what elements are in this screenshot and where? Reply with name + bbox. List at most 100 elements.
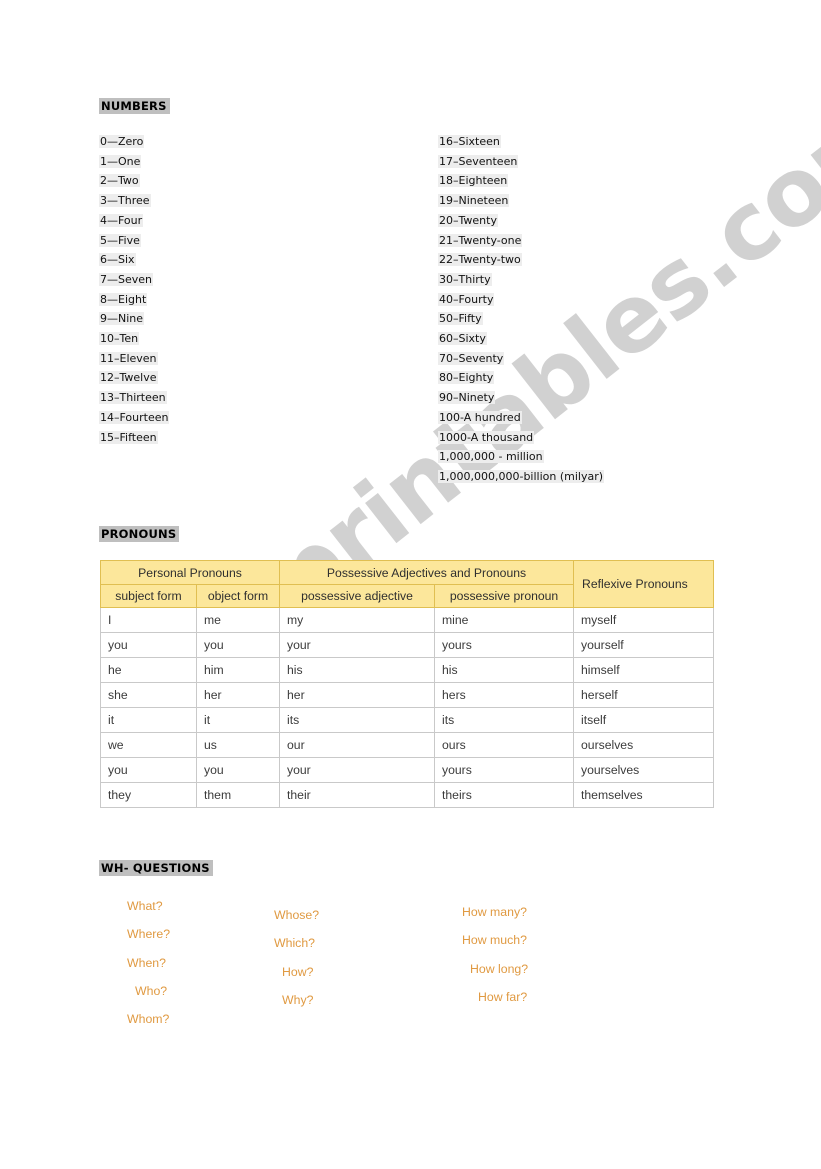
number-line: 80–Eighty bbox=[438, 368, 604, 388]
cell-possessive-adjective: its bbox=[279, 707, 436, 733]
number-line: 15–Fifteen bbox=[99, 428, 169, 448]
cell-possessive-adjective: my bbox=[279, 607, 436, 633]
number-line-text: 6—Six bbox=[99, 253, 136, 267]
number-line-text: 10–Ten bbox=[99, 332, 140, 346]
cell-possessive-pronoun: his bbox=[434, 657, 575, 683]
number-line-text: 17–Seventeen bbox=[438, 154, 519, 168]
wh-question-item: How long? bbox=[470, 961, 529, 976]
cell-subject-form: we bbox=[100, 732, 197, 758]
number-line-text: 50–Fifty bbox=[438, 312, 483, 326]
cell-subject-form: she bbox=[100, 682, 197, 708]
wh-question-item: Which? bbox=[274, 936, 316, 951]
header-possessive-pronoun: possessive pronoun bbox=[434, 584, 575, 608]
number-line: 9—Nine bbox=[99, 309, 169, 329]
number-line-text: 5—Five bbox=[99, 233, 141, 247]
cell-possessive-pronoun: yours bbox=[434, 757, 575, 783]
header-subject-form: subject form bbox=[100, 584, 197, 608]
number-line: 17–Seventeen bbox=[438, 152, 604, 172]
number-line-text: 21–Twenty-one bbox=[438, 233, 523, 247]
cell-object-form: me bbox=[195, 607, 281, 633]
cell-possessive-pronoun: its bbox=[434, 707, 575, 733]
cell-object-form: you bbox=[195, 757, 281, 783]
number-line: 4—Four bbox=[99, 211, 169, 231]
number-line: 1,000,000 - million bbox=[438, 447, 604, 467]
number-line: 3—Three bbox=[99, 191, 169, 211]
number-line: 30–Thirty bbox=[438, 270, 604, 290]
number-line: 21–Twenty-one bbox=[438, 231, 604, 251]
cell-object-form: him bbox=[195, 657, 281, 683]
table-row: Ime my mine myself bbox=[100, 607, 715, 633]
number-line: 60–Sixty bbox=[438, 329, 604, 349]
number-line-text: 20–Twenty bbox=[438, 213, 498, 227]
wh-question-item: When? bbox=[127, 955, 166, 970]
number-line: 6—Six bbox=[99, 250, 169, 270]
number-line-text: 100-A hundred bbox=[438, 410, 522, 424]
wh-questions-column-2: Whose? Which? How? Why? bbox=[274, 901, 319, 1014]
number-line: 14–Fourteen bbox=[99, 408, 170, 428]
cell-object-form: her bbox=[195, 682, 281, 708]
number-line: 8—Eight bbox=[99, 290, 169, 310]
number-line: 16–Sixteen bbox=[438, 132, 604, 152]
cell-subject-form: I bbox=[100, 607, 197, 633]
number-line: 10–Ten bbox=[99, 329, 169, 349]
number-line-text: 18–Eighteen bbox=[438, 174, 509, 188]
number-line-text: 12–Twelve bbox=[99, 371, 158, 385]
cell-possessive-pronoun: ours bbox=[434, 732, 575, 758]
number-line: 0—Zero bbox=[99, 132, 169, 152]
number-line-text: 40–Fourty bbox=[438, 292, 495, 306]
number-line-text: 19–Nineteen bbox=[438, 194, 510, 208]
wh-question-item: What? bbox=[127, 899, 163, 913]
numbers-left-column: 0—Zero 1—One 2—Two 3—Three 4—Four 5—Five 6—Six… bbox=[99, 132, 170, 448]
cell-possessive-pronoun: hers bbox=[434, 682, 575, 708]
number-line-text: 15–Fifteen bbox=[99, 430, 158, 444]
number-line-text: 8—Eight bbox=[99, 292, 148, 306]
number-line-text: 90–Ninety bbox=[438, 391, 496, 405]
cell-reflexive: himself bbox=[573, 657, 715, 683]
number-line: 1—One bbox=[99, 152, 169, 172]
cell-possessive-adjective: our bbox=[279, 732, 436, 758]
number-line-text: 14–Fourteen bbox=[99, 410, 170, 424]
cell-reflexive: myself bbox=[573, 607, 715, 633]
header-possessive-adjective: possessive adjective bbox=[279, 584, 436, 608]
table-row: they them their theirs themselves bbox=[100, 782, 715, 808]
cell-possessive-adjective: his bbox=[279, 657, 436, 683]
number-line: 1,000,000,000-billion (milyar) bbox=[438, 467, 605, 487]
table-row: it it its its itself bbox=[100, 707, 715, 733]
pronouns-group-header-row: Personal Pronouns Possessive Adjectives … bbox=[99, 560, 715, 608]
number-line: 100-A hundred bbox=[438, 408, 604, 428]
cell-reflexive: ourselves bbox=[573, 732, 715, 758]
table-row: we us our ours ourselves bbox=[100, 732, 715, 758]
cell-subject-form: they bbox=[100, 782, 197, 808]
wh-question-item: Whom? bbox=[127, 1012, 170, 1027]
wh-question-item: Who? bbox=[135, 983, 168, 998]
number-line-text: 7—Seven bbox=[99, 272, 153, 286]
number-line-text: 1,000,000,000-billion (milyar) bbox=[438, 469, 605, 483]
pronouns-table: Personal Pronouns Possessive Adjectives … bbox=[99, 560, 715, 808]
number-line-text: 3—Three bbox=[99, 194, 151, 208]
number-line: 1000-A thousand bbox=[438, 428, 604, 448]
header-reflexive-pronouns: Reflexive Pronouns bbox=[573, 560, 715, 608]
cell-object-form: it bbox=[195, 707, 281, 733]
table-row: she her her hers herself bbox=[100, 682, 715, 708]
number-line: 50–Fifty bbox=[438, 309, 604, 329]
wh-question-item: How? bbox=[282, 964, 314, 979]
cell-reflexive: itself bbox=[573, 707, 715, 733]
worksheet-page: ESLprintables.com NUMBERS 0—Zero 1—One 2—T… bbox=[0, 0, 821, 1169]
cell-object-form: you bbox=[195, 632, 281, 658]
wh-question-item: How far? bbox=[478, 989, 528, 1004]
cell-reflexive: yourselves bbox=[573, 757, 715, 783]
number-line: 19–Nineteen bbox=[438, 191, 604, 211]
number-line: 70–Seventy bbox=[438, 349, 604, 369]
pronouns-table-head: Personal Pronouns Possessive Adjectives … bbox=[99, 560, 715, 608]
header-object-form: object form bbox=[195, 584, 281, 608]
wh-question-item: Why? bbox=[282, 992, 314, 1007]
cell-subject-form: you bbox=[100, 632, 197, 658]
number-line-text: 1000-A thousand bbox=[438, 430, 535, 444]
number-line: 5—Five bbox=[99, 231, 169, 251]
number-line: 18–Eighteen bbox=[438, 171, 604, 191]
number-line-text: 70–Seventy bbox=[438, 351, 505, 365]
number-line: 40–Fourty bbox=[438, 290, 604, 310]
number-line: 90–Ninety bbox=[438, 388, 604, 408]
number-line-text: 60–Sixty bbox=[438, 332, 487, 346]
number-line-text: 80–Eighty bbox=[438, 371, 495, 385]
